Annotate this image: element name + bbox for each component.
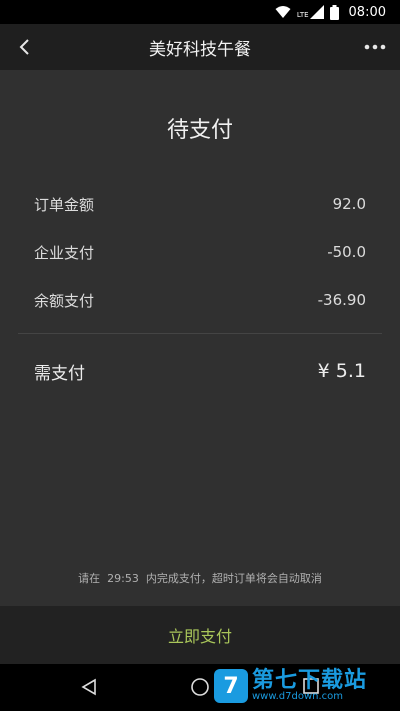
company-payment-row: 企业支付 -50.0 — [34, 240, 366, 264]
amount-due-value: ¥ 5.1 — [317, 360, 366, 382]
order-content: 待支付 订单金额 92.0 企业支付 -50.0 余额支付 -36.90 需支付… — [0, 70, 400, 606]
nav-home-icon[interactable] — [190, 677, 210, 697]
wifi-icon — [275, 6, 291, 18]
balance-payment-row: 余额支付 -36.90 — [34, 288, 366, 312]
row-value: 92.0 — [332, 195, 366, 213]
order-amount-row: 订单金额 92.0 — [34, 192, 366, 216]
order-status-title: 待支付 — [166, 118, 233, 143]
network-type-label: LTE — [296, 11, 309, 19]
row-label: 余额支付 — [34, 291, 95, 310]
status-bar: LTE 08:00 — [0, 0, 400, 24]
amount-due-row: 需支付 ¥ 5.1 — [34, 356, 366, 386]
watermark-url: www.d7down.com — [252, 691, 344, 703]
watermark-logo: 7 — [214, 669, 248, 703]
nav-back-icon[interactable] — [80, 678, 98, 696]
page-title: 美好科技午餐 — [149, 39, 251, 60]
amount-due-label: 需支付 — [34, 363, 85, 384]
divider — [18, 333, 382, 334]
countdown-time: 29:53 — [107, 572, 139, 585]
countdown-suffix: 内完成支付，超时订单将会自动取消 — [145, 572, 322, 585]
site-watermark: 7 第七下载站 www.d7down.com — [214, 662, 400, 710]
battery-icon — [329, 4, 339, 20]
back-arrow-icon[interactable] — [14, 35, 38, 59]
row-value: -36.90 — [317, 291, 366, 309]
toolbar: 美好科技午餐 — [0, 24, 400, 70]
countdown-prefix: 请在 — [78, 572, 101, 585]
row-label: 企业支付 — [34, 243, 95, 262]
more-options-icon[interactable] — [362, 35, 388, 59]
pay-now-button[interactable]: 立即支付 — [0, 606, 400, 664]
row-label: 订单金额 — [34, 195, 95, 214]
lte-signal-icon: LTE — [297, 5, 324, 19]
row-value: -50.0 — [327, 243, 366, 261]
watermark-site-name: 第七下载站 — [252, 668, 368, 694]
watermark-text-block: 第七下载站 www.d7down.com — [252, 669, 367, 703]
clock: 08:00 — [348, 4, 386, 20]
payment-countdown-notice: 请在 29:53 内完成支付，超时订单将会自动取消 — [0, 570, 400, 586]
